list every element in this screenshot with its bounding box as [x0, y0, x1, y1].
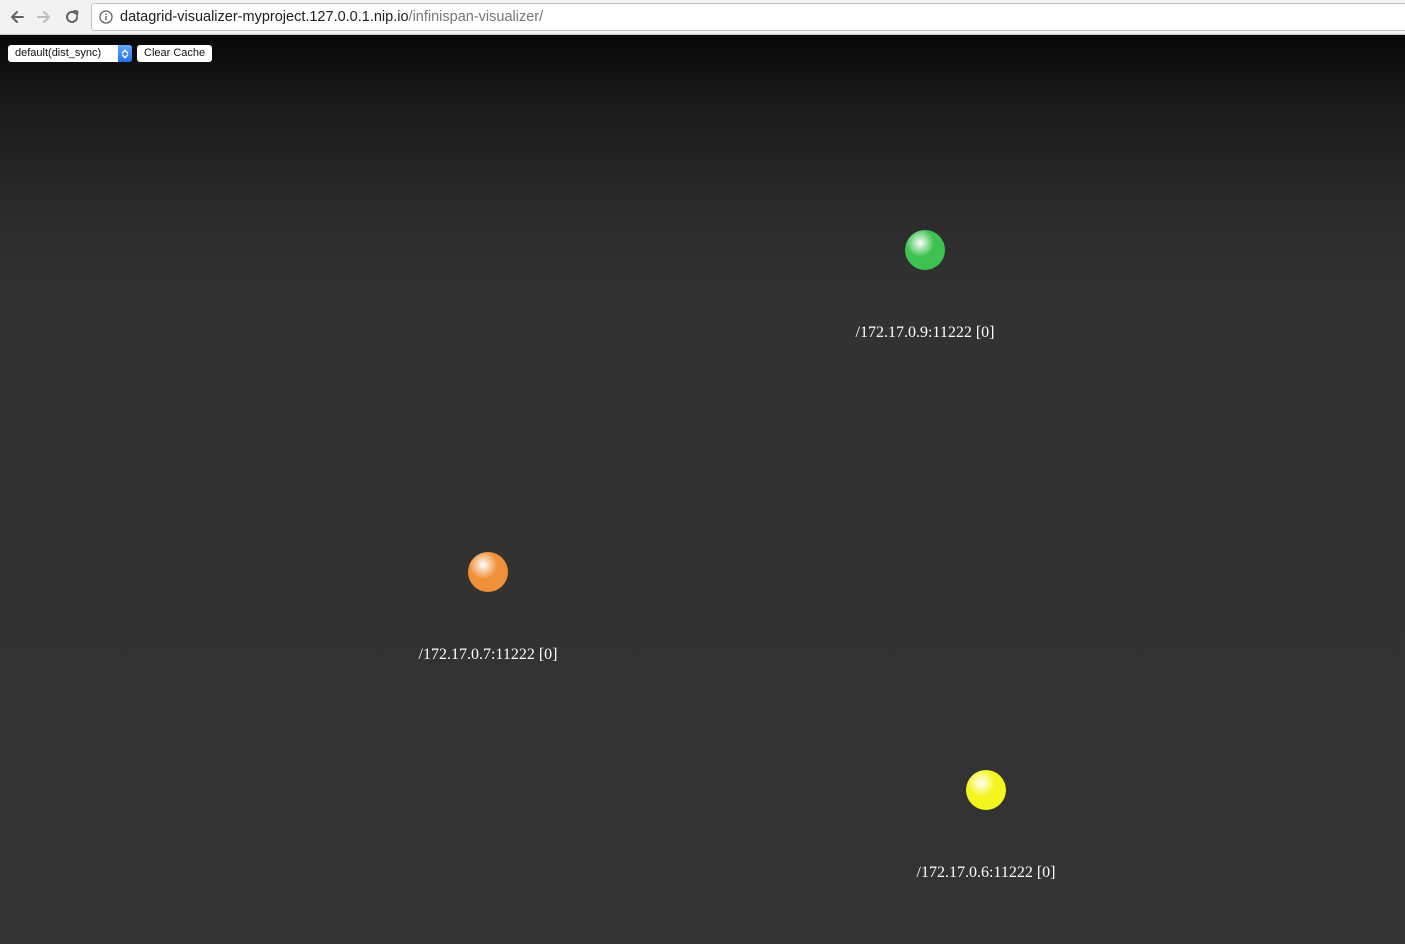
node-sphere[interactable] — [468, 552, 508, 592]
node-label: /172.17.0.6:11222 [0] — [916, 864, 1056, 881]
url-host: datagrid-visualizer-myproject.127.0.0.1.… — [120, 9, 409, 25]
forward-button[interactable] — [33, 6, 55, 28]
browser-toolbar: datagrid-visualizer-myproject.127.0.0.1.… — [0, 0, 1405, 35]
cache-select[interactable]: default(dist_sync) — [8, 45, 132, 62]
url-path: /infinispan-visualizer/ — [408, 9, 544, 25]
controls-bar: default(dist_sync) Clear Cache — [8, 45, 213, 62]
node-label: /172.17.0.7:11222 [0] — [418, 646, 558, 663]
cache-select-value: default(dist_sync) — [15, 47, 102, 59]
node-label: /172.17.0.9:11222 [0] — [855, 324, 995, 341]
back-arrow-icon — [11, 11, 24, 23]
visualizer-canvas: default(dist_sync) Clear Cache /172.17.0… — [0, 35, 1405, 944]
clear-cache-button[interactable]: Clear Cache — [137, 45, 213, 62]
node-sphere[interactable] — [905, 230, 945, 270]
info-icon[interactable] — [99, 10, 113, 24]
address-bar[interactable]: datagrid-visualizer-myproject.127.0.0.1.… — [91, 3, 1405, 31]
forward-arrow-icon — [37, 11, 50, 23]
reload-button[interactable] — [61, 6, 83, 28]
reload-icon — [66, 10, 79, 23]
select-arrows-icon — [118, 45, 132, 62]
back-button[interactable] — [6, 6, 28, 28]
node-sphere[interactable] — [966, 770, 1006, 810]
